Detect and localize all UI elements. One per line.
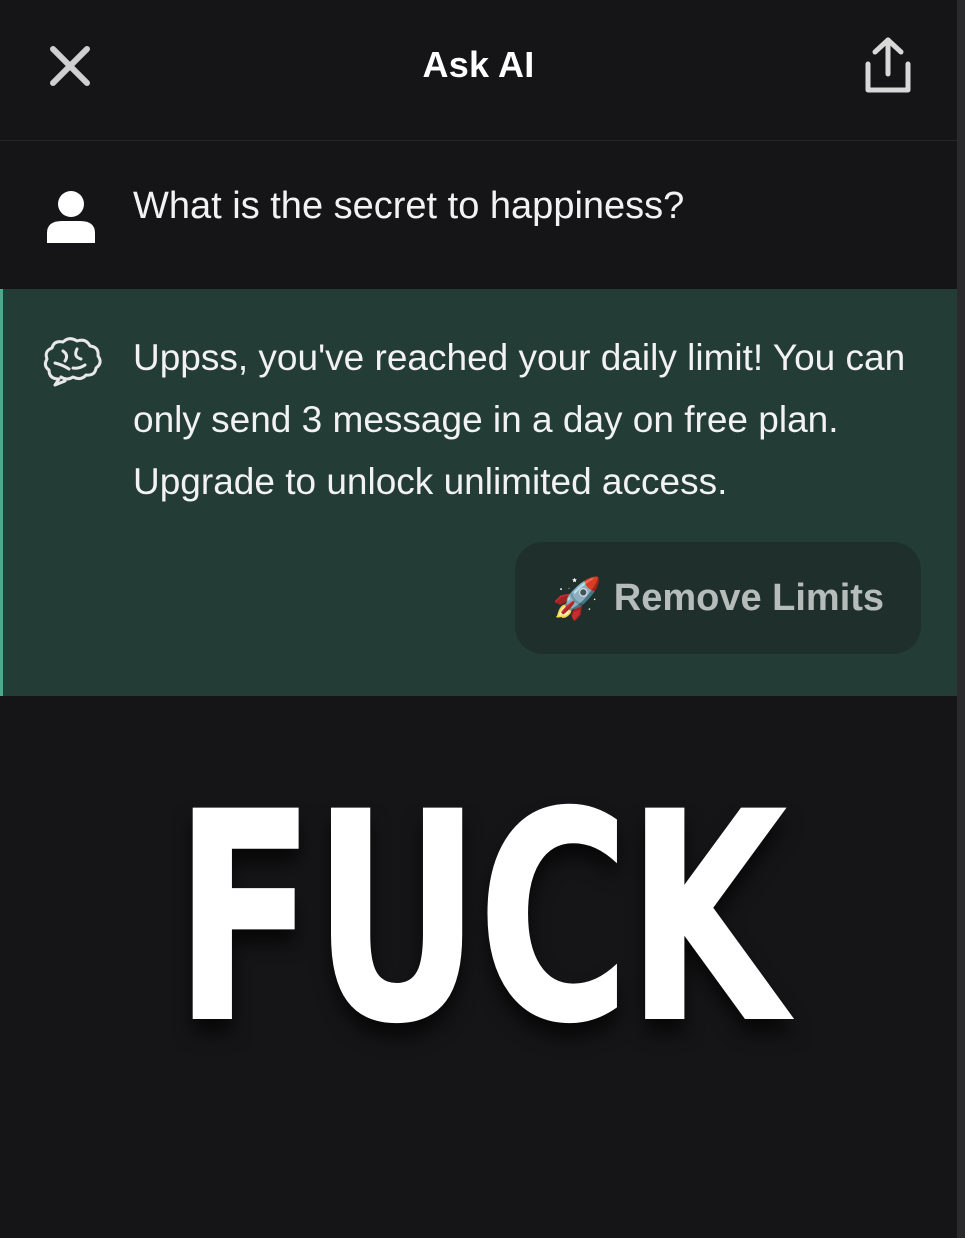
remove-limits-label: Remove Limits [613,576,885,619]
brain-icon [43,337,102,387]
header-bar: Ask AI [0,0,957,141]
user-message: What is the secret to happiness? [0,141,957,289]
user-message-text: What is the secret to happiness? [133,185,685,227]
remove-limits-button[interactable]: 🚀 Remove Limits [515,542,921,654]
caption-text: FUCK [173,751,788,1088]
page-title: Ask AI [422,44,535,85]
share-button[interactable] [856,32,920,100]
right-edge-strip [957,0,965,1238]
rocket-icon: 🚀 [551,576,602,621]
ai-message: Uppss, you've reached your daily limit! … [0,289,957,696]
share-icon [865,37,911,93]
user-icon [47,191,95,243]
ai-message-text: Uppss, you've reached your daily limit! … [133,337,906,502]
